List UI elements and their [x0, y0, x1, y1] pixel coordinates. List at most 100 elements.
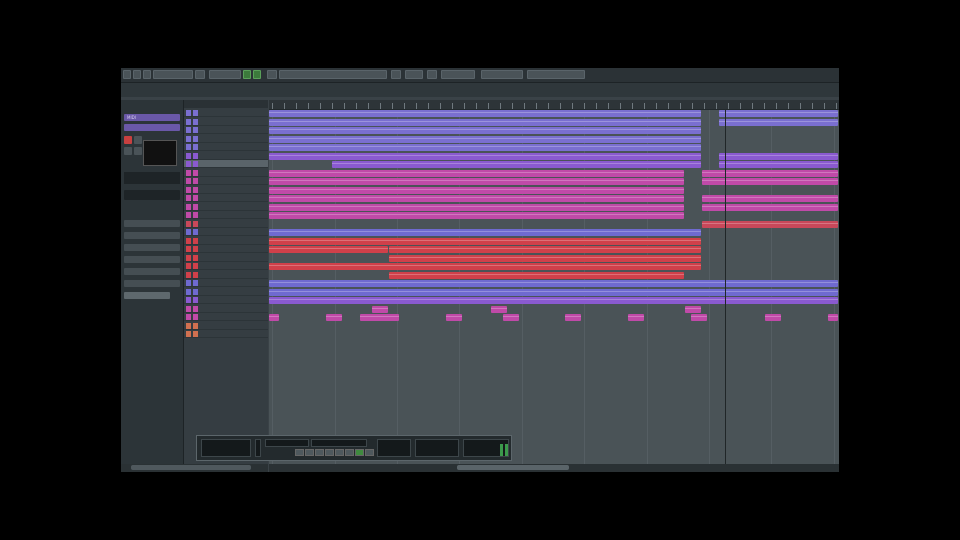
midi-part[interactable]	[719, 118, 838, 126]
midi-part[interactable]	[269, 144, 702, 151]
midi-part[interactable]	[269, 203, 685, 211]
stop-button[interactable]	[345, 449, 354, 456]
midi-part[interactable]	[269, 237, 702, 245]
midi-part[interactable]	[388, 246, 702, 253]
snap-button[interactable]	[391, 70, 401, 79]
cycle-button[interactable]	[253, 70, 261, 79]
inspector-section-7[interactable]	[124, 292, 170, 299]
rewind-button[interactable]	[305, 449, 314, 456]
track-row[interactable]	[184, 322, 268, 330]
output-routing-field[interactable]	[124, 172, 180, 184]
primary-time-display[interactable]	[265, 439, 309, 447]
mute-button[interactable]	[124, 147, 132, 155]
automation-dropdown[interactable]	[153, 70, 193, 79]
inspector-section-2[interactable]	[124, 232, 180, 239]
track-row[interactable]	[184, 186, 268, 194]
midi-part[interactable]	[269, 297, 838, 304]
scrollbar-thumb[interactable]	[131, 465, 251, 470]
midi-part[interactable]	[269, 118, 702, 126]
midi-part[interactable]	[502, 314, 519, 321]
monitor-button[interactable]	[134, 136, 142, 144]
midi-part[interactable]	[702, 195, 838, 202]
record-mode-button[interactable]	[243, 70, 251, 79]
track-row[interactable]	[184, 152, 268, 160]
midi-part[interactable]	[371, 305, 388, 313]
midi-part[interactable]	[764, 314, 781, 321]
arrange-area[interactable]	[269, 110, 839, 464]
midi-part[interactable]	[702, 220, 838, 228]
inspector-section-4[interactable]	[124, 256, 180, 263]
track-row[interactable]	[184, 169, 268, 177]
midi-part[interactable]	[719, 152, 838, 160]
track-row[interactable]	[184, 126, 268, 134]
track-row[interactable]	[184, 135, 268, 143]
midi-part[interactable]	[269, 186, 685, 194]
midi-part[interactable]	[269, 229, 702, 236]
midi-part[interactable]	[269, 288, 838, 296]
midi-part[interactable]	[360, 314, 400, 321]
go-to-start-button[interactable]	[295, 449, 304, 456]
midi-part[interactable]	[326, 314, 343, 321]
midi-part[interactable]	[269, 212, 685, 219]
autoscroll-button[interactable]	[195, 70, 205, 79]
track-row[interactable]	[184, 330, 268, 338]
record-button[interactable]	[365, 449, 374, 456]
track-row[interactable]	[184, 211, 268, 219]
track-row[interactable]	[184, 279, 268, 287]
horizontal-scrollbar[interactable]	[269, 464, 839, 472]
scrollbar-thumb[interactable]	[457, 465, 569, 470]
inspector-section-6[interactable]	[124, 280, 180, 287]
track-row[interactable]	[184, 271, 268, 279]
project-cursor[interactable]	[725, 110, 726, 464]
track-row[interactable]	[184, 203, 268, 211]
midi-part[interactable]	[269, 263, 702, 270]
tool-palette[interactable]	[279, 70, 387, 79]
midi-part[interactable]	[269, 135, 702, 143]
locators-display[interactable]	[209, 70, 241, 79]
track-row[interactable]	[184, 118, 268, 126]
click-settings[interactable]	[415, 439, 459, 457]
inspector-track-name[interactable]: MIDI	[124, 114, 180, 121]
tool-button[interactable]	[267, 70, 277, 79]
quantize-dropdown[interactable]	[441, 70, 475, 79]
inspector-section-5[interactable]	[124, 268, 180, 275]
track-row[interactable]	[184, 160, 268, 168]
midi-part[interactable]	[719, 161, 838, 168]
midi-part[interactable]	[269, 314, 280, 321]
track-row[interactable]	[184, 194, 268, 202]
constrain-delay-button[interactable]	[133, 70, 141, 79]
tempo-display[interactable]	[377, 439, 411, 457]
midi-part[interactable]	[702, 178, 838, 185]
secondary-time-display[interactable]	[311, 439, 367, 447]
track-row[interactable]	[184, 313, 268, 321]
solo-button[interactable]	[134, 147, 142, 155]
midi-part[interactable]	[491, 305, 508, 313]
midi-part[interactable]	[269, 169, 685, 177]
midi-part[interactable]	[388, 271, 685, 279]
midi-part[interactable]	[827, 314, 838, 321]
fast-forward-button[interactable]	[315, 449, 324, 456]
inspector-section-1[interactable]	[124, 220, 180, 227]
inspector-section-3[interactable]	[124, 244, 180, 251]
channel-field[interactable]	[124, 190, 180, 200]
record-enable-button[interactable]	[124, 136, 132, 144]
track-row[interactable]	[184, 254, 268, 262]
midi-part[interactable]	[269, 280, 838, 287]
timeline-ruler[interactable]	[269, 100, 839, 110]
track-row[interactable]	[184, 237, 268, 245]
track-row[interactable]	[184, 262, 268, 270]
cycle-toggle-button[interactable]	[335, 449, 344, 456]
track-row[interactable]	[184, 109, 268, 117]
midi-part[interactable]	[445, 314, 462, 321]
track-list-scrollbar[interactable]	[121, 464, 268, 472]
midi-part[interactable]	[685, 305, 702, 313]
automation-mode-button[interactable]	[143, 70, 151, 79]
track-row[interactable]	[184, 288, 268, 296]
midi-part[interactable]	[702, 169, 838, 177]
track-row[interactable]	[184, 245, 268, 253]
track-row[interactable]	[184, 177, 268, 185]
track-row[interactable]	[184, 305, 268, 313]
midi-part[interactable]	[269, 195, 685, 202]
quantize-button[interactable]	[427, 70, 437, 79]
midi-part[interactable]	[269, 246, 388, 253]
